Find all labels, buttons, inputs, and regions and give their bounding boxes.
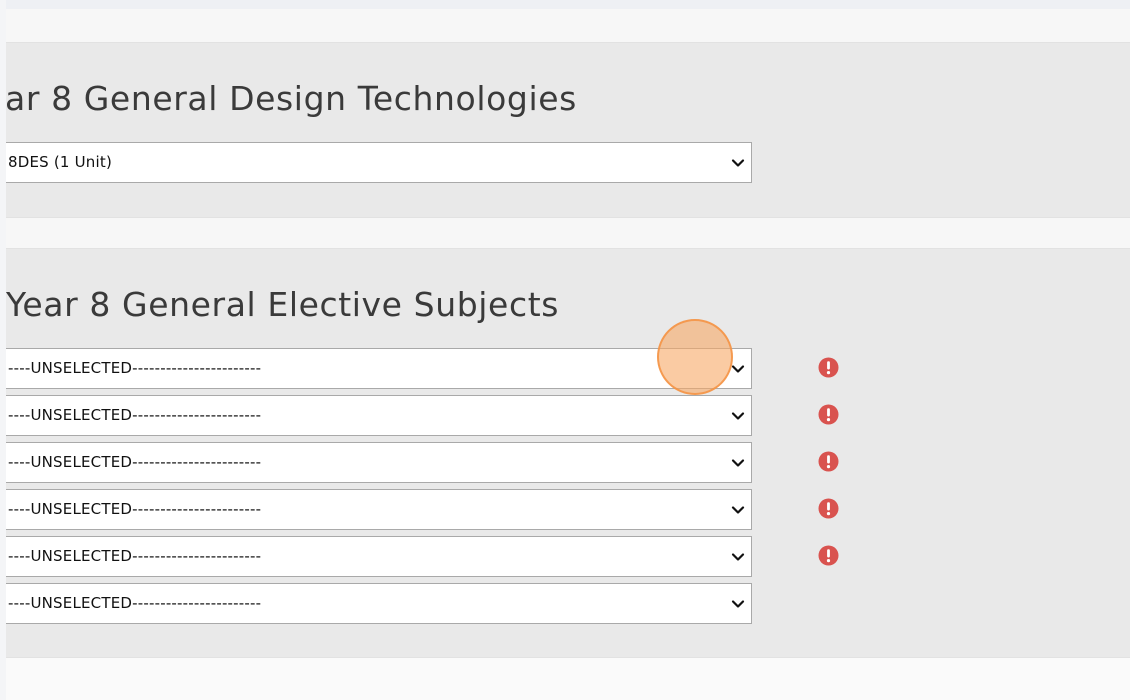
chevron-down-icon [731,600,745,608]
spacer-middle [6,218,1130,248]
select-value: ----UNSELECTED----------------------- [8,594,262,612]
exclamation-circle-icon [818,498,839,519]
chevron-down-icon [731,412,745,420]
panel-title-elective-subjects: Year 8 General Elective Subjects [6,285,560,324]
elective-select-4[interactable]: ----UNSELECTED----------------------- [6,489,752,530]
select-value: ----UNSELECTED----------------------- [8,359,262,377]
exclamation-circle-icon [818,404,839,425]
elective-select-6[interactable]: ----UNSELECTED----------------------- [6,583,752,624]
elective-select-1[interactable]: ----UNSELECTED----------------------- [6,348,752,389]
spacer-bottom [6,658,1130,700]
design-technologies-panel: ar 8 General Design Technologies 8DES (1… [5,42,1130,218]
select-value: ----UNSELECTED----------------------- [8,406,262,424]
exclamation-circle-icon [818,545,839,566]
panel-title-design-technologies: ar 8 General Design Technologies [5,79,577,118]
top-strip [0,0,1130,9]
design-technologies-select[interactable]: 8DES (1 Unit) [6,142,752,183]
chevron-down-icon [731,159,745,167]
select-value: ----UNSELECTED----------------------- [8,547,262,565]
chevron-down-icon [731,553,745,561]
select-value: ----UNSELECTED----------------------- [8,453,262,471]
exclamation-circle-icon [818,451,839,472]
exclamation-circle-icon [818,357,839,378]
elective-select-5[interactable]: ----UNSELECTED----------------------- [6,536,752,577]
elective-select-3[interactable]: ----UNSELECTED----------------------- [6,442,752,483]
chevron-down-icon [731,506,745,514]
chevron-down-icon [731,459,745,467]
select-value: 8DES (1 Unit) [8,153,113,171]
elective-select-2[interactable]: ----UNSELECTED----------------------- [6,395,752,436]
spacer-top [6,9,1130,42]
chevron-down-icon [731,365,745,373]
select-value: ----UNSELECTED----------------------- [8,500,262,518]
elective-subjects-panel: Year 8 General Elective Subjects ----UNS… [6,248,1130,658]
